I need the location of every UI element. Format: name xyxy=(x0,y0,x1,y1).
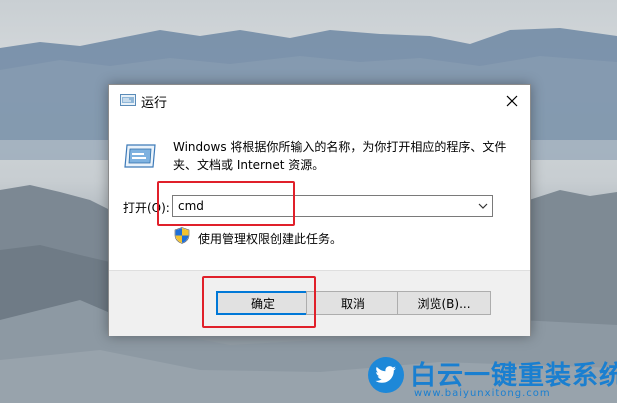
cancel-button[interactable]: 取消 xyxy=(306,291,400,315)
run-app-icon xyxy=(120,94,136,106)
dialog-description: Windows 将根据你所输入的名称，为你打开相应的程序、文件夹、文档或 Int… xyxy=(173,140,507,172)
ok-highlight-box xyxy=(202,276,316,328)
watermark-title: 白云一键重装系统 xyxy=(410,361,617,391)
browse-button[interactable]: 浏览(B)... xyxy=(397,291,491,315)
close-icon xyxy=(506,95,518,106)
dialog-title: 运行 xyxy=(141,96,168,111)
admin-note: 使用管理权限创建此任务。 xyxy=(198,232,343,246)
watermark-url: www.baiyunxitong.com xyxy=(414,388,551,399)
site-watermark: 白云一键重装系统 www.baiyunxitong.com xyxy=(368,355,617,401)
run-app-icon xyxy=(124,144,156,168)
input-highlight-box xyxy=(157,181,295,226)
chevron-down-icon[interactable] xyxy=(477,200,489,212)
close-button[interactable] xyxy=(494,85,530,116)
button-bar: 确定 取消 浏览(B)... xyxy=(109,270,530,336)
title-bar[interactable]: 运行 xyxy=(109,85,530,116)
shield-icon xyxy=(174,227,190,244)
twitter-bird-icon xyxy=(368,357,404,393)
